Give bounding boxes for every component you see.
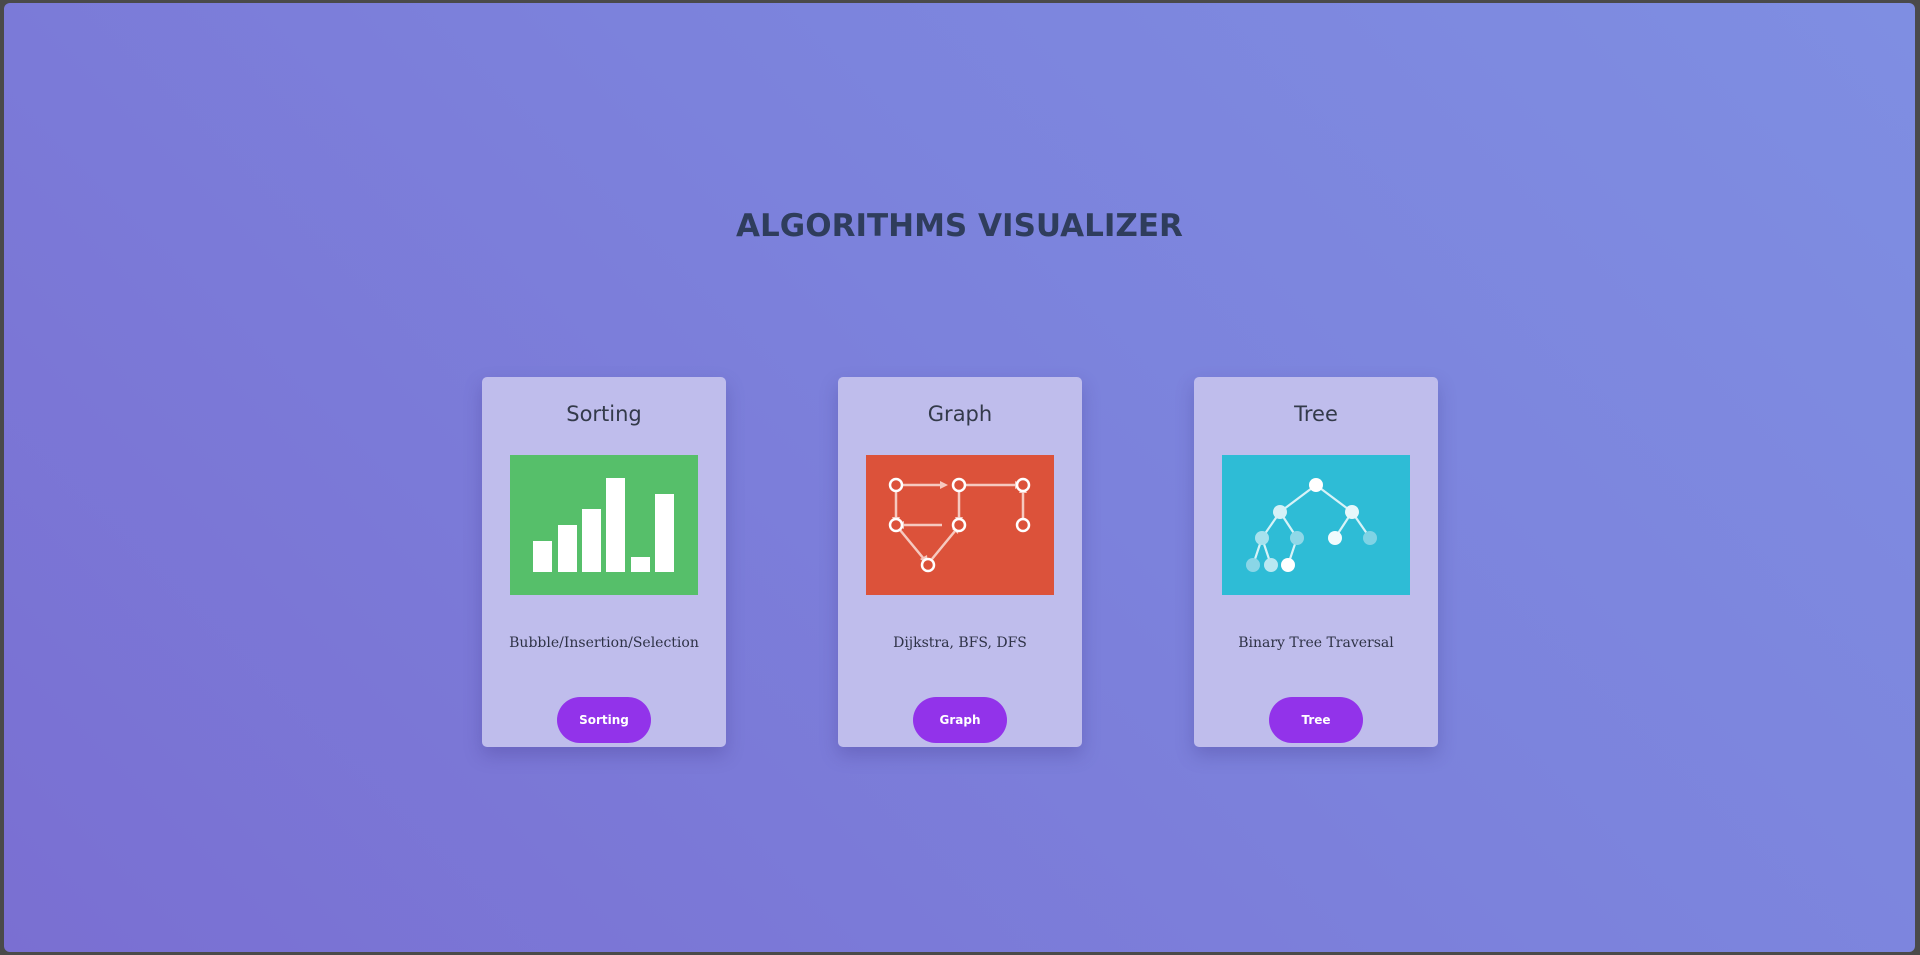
sorting-button[interactable]: Sorting — [557, 697, 651, 743]
page-title: ALGORITHMS VISUALIZER — [736, 208, 1183, 244]
app-window: ALGORITHMS VISUALIZER Sorting Bubble/Ins… — [4, 3, 1915, 952]
bar-chart-icon — [510, 455, 698, 595]
card-title: Sorting — [566, 402, 642, 426]
tree-button[interactable]: Tree — [1269, 697, 1363, 743]
card-description: Bubble/Insertion/Selection — [509, 635, 699, 651]
binary-tree-icon — [1222, 455, 1410, 595]
card-tree: Tree Binary Tree Traversal Tree — [1194, 377, 1438, 747]
card-title: Tree — [1294, 402, 1338, 426]
card-description: Dijkstra, BFS, DFS — [893, 635, 1027, 651]
graph-network-icon — [866, 455, 1054, 595]
card-title: Graph — [927, 402, 993, 426]
graph-button[interactable]: Graph — [913, 697, 1007, 743]
card-graph: Graph Dijkstra, BFS, DFS Graph — [838, 377, 1082, 747]
card-description: Binary Tree Traversal — [1238, 635, 1394, 651]
card-sorting: Sorting Bubble/Insertion/Selection Sorti… — [482, 377, 726, 747]
